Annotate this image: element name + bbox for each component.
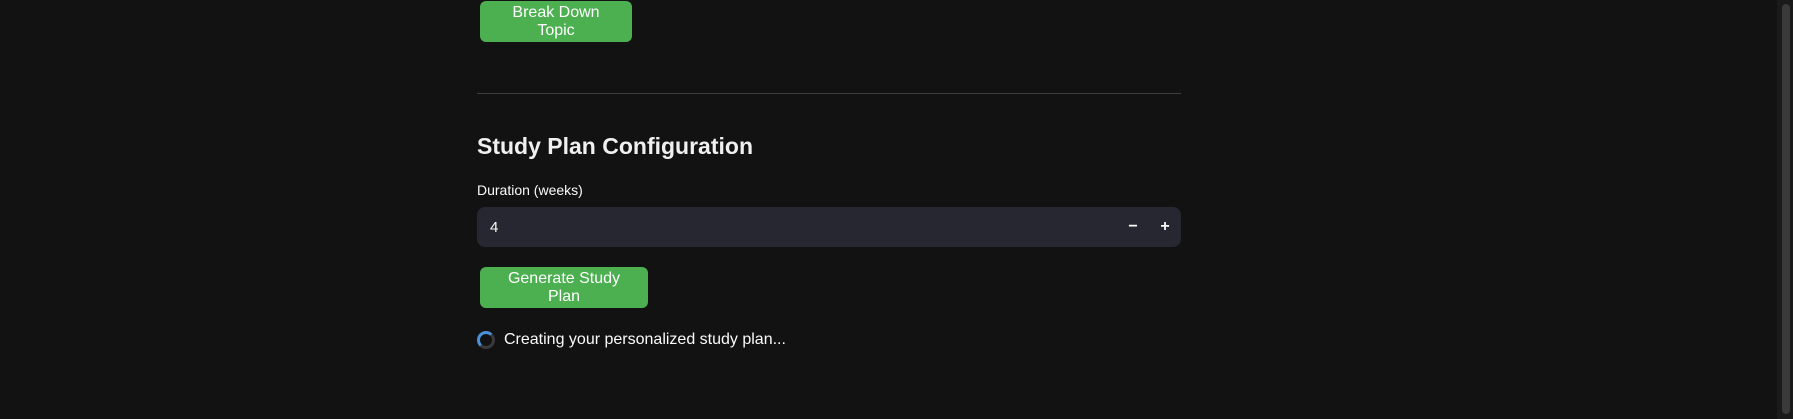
- vertical-scrollbar[interactable]: [1777, 0, 1793, 419]
- status-indicator: Creating your personalized study plan...: [477, 328, 786, 352]
- duration-label: Duration (weeks): [477, 182, 583, 198]
- generate-study-plan-button[interactable]: Generate Study Plan: [480, 267, 648, 308]
- increment-button[interactable]: +: [1149, 207, 1181, 247]
- scrollbar-thumb[interactable]: [1782, 4, 1790, 414]
- section-divider: [477, 93, 1181, 94]
- spinner-icon: [477, 331, 495, 349]
- decrement-button[interactable]: −: [1117, 207, 1149, 247]
- duration-field[interactable]: [477, 207, 1097, 247]
- app-page: Break Down Topic Study Plan Configuratio…: [0, 0, 1793, 419]
- break-down-topic-button[interactable]: Break Down Topic: [480, 1, 632, 42]
- status-text: Creating your personalized study plan...: [504, 331, 786, 348]
- duration-number-input: − +: [477, 207, 1181, 247]
- section-title: Study Plan Configuration: [477, 133, 753, 159]
